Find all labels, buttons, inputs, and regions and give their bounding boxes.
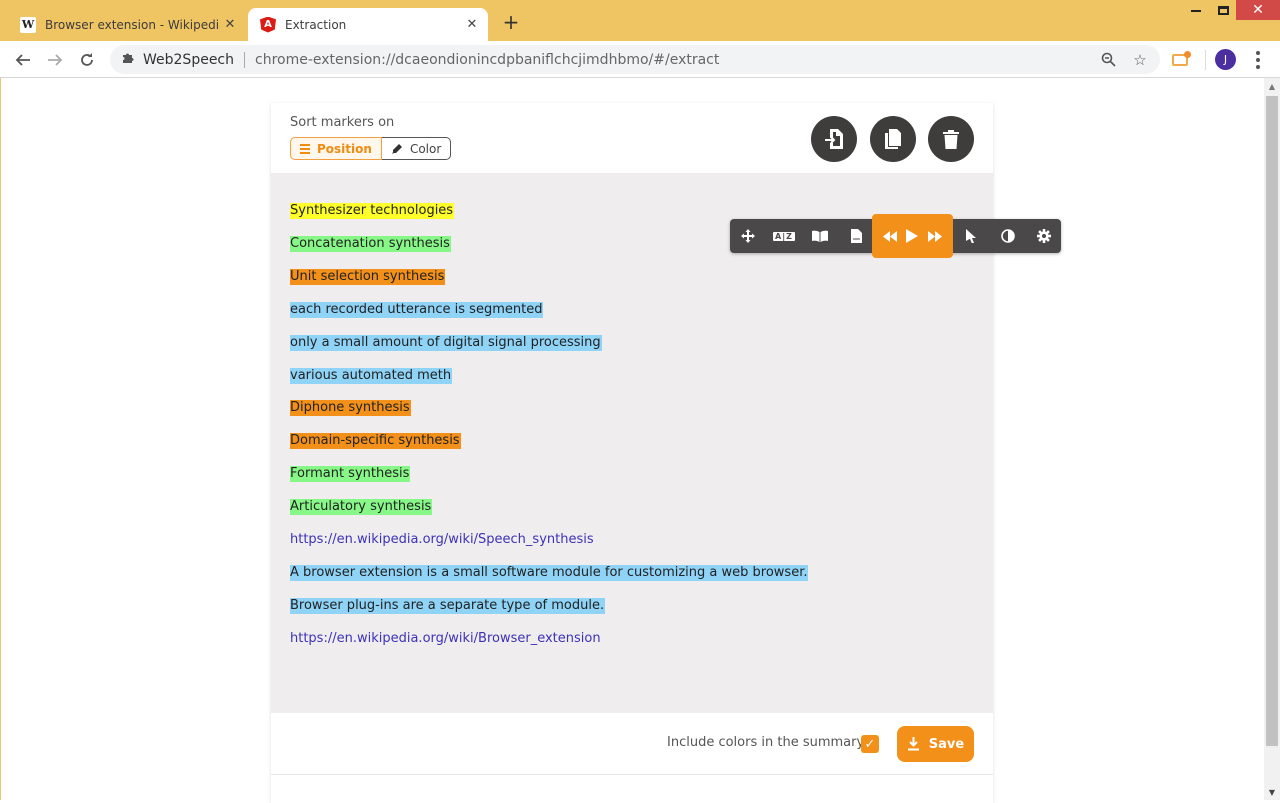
move-icon: [741, 229, 755, 243]
file-import-icon: [825, 129, 843, 149]
highlight-marker: Unit selection synthesis: [290, 268, 446, 285]
tab-title: Extraction: [285, 17, 347, 32]
sort-by-color-button[interactable]: Color: [381, 137, 452, 160]
highlight-marker: A browser extension is a small software …: [290, 564, 809, 581]
save-button[interactable]: Save: [897, 726, 974, 762]
copy-icon: [885, 129, 901, 149]
highlight-marker: Concatenation synthesis: [290, 235, 451, 252]
save-label: Save: [928, 736, 965, 752]
include-colors-label: Include colors in the summary: [667, 735, 865, 750]
settings-button[interactable]: [1027, 219, 1061, 253]
play-icon: [906, 229, 918, 243]
highlight-marker: Articulatory synthesis: [290, 499, 433, 516]
card-footer: Include colors in the summary ✓ Save: [271, 713, 993, 775]
browser-toolbar: Web2Speech chrome-extension://dcaeondion…: [0, 41, 1280, 78]
highlight-marker: various automated meth: [290, 367, 453, 384]
contrast-icon: [1001, 229, 1015, 243]
download-icon: [907, 737, 919, 751]
tab-title: Browser extension - Wikipedia: [45, 17, 220, 32]
trash-icon: [943, 130, 959, 149]
document-button[interactable]: [839, 219, 873, 253]
omnibox-divider: [244, 51, 245, 68]
scroll-down-icon[interactable]: ▼: [1264, 784, 1280, 800]
import-button[interactable]: [811, 116, 857, 162]
scrollbar-thumb[interactable]: [1266, 96, 1278, 746]
sort-by-position-button[interactable]: Position: [290, 137, 382, 160]
reload-icon: [81, 53, 93, 66]
extraction-card: Sort markers on Position Color Synthesiz…: [271, 103, 993, 803]
vertical-scrollbar[interactable]: ▲ ▼: [1264, 78, 1280, 800]
profile-avatar[interactable]: J: [1215, 49, 1236, 70]
document-icon: [850, 229, 862, 243]
highlight-marker: each recorded utterance is segmented: [290, 301, 544, 318]
translate-button[interactable]: A|Z: [767, 219, 801, 253]
translate-icon: A|Z: [773, 231, 795, 241]
move-button[interactable]: [731, 219, 765, 253]
minimize-icon: [1191, 10, 1201, 12]
extension-notification-icon[interactable]: [1170, 50, 1192, 70]
highlight-marker: Synthesizer technologies: [290, 203, 455, 219]
copy-button[interactable]: [870, 116, 916, 162]
wikipedia-icon: W: [20, 16, 36, 33]
close-tab-icon[interactable]: ✕: [462, 15, 482, 35]
angular-icon: A: [260, 16, 276, 33]
card-header: Sort markers on Position Color: [271, 103, 993, 173]
close-window-button[interactable]: ✕: [1236, 0, 1280, 20]
extension-name: Web2Speech: [143, 51, 234, 68]
puzzle-icon: [122, 51, 136, 68]
reading-mode-button[interactable]: [803, 219, 837, 253]
bookmark-star-icon[interactable]: ☆: [1128, 48, 1152, 72]
contrast-button[interactable]: [991, 219, 1025, 253]
book-icon: [812, 230, 828, 242]
sort-option-label: Position: [317, 141, 372, 156]
sort-label: Sort markers on: [290, 115, 395, 130]
zoom-out-icon[interactable]: [1096, 48, 1120, 72]
sort-toggle: Position Color: [290, 137, 452, 160]
delete-button[interactable]: [928, 116, 974, 162]
checkmark-icon: ✓: [864, 736, 876, 752]
list-icon: [300, 143, 310, 154]
scroll-up-icon[interactable]: ▲: [1264, 78, 1280, 94]
sort-option-label: Color: [409, 141, 442, 156]
close-tab-icon[interactable]: ✕: [220, 15, 240, 35]
pointer-icon: [966, 229, 976, 243]
highlight-marker: Diphone synthesis: [290, 400, 411, 417]
new-tab-button[interactable]: +: [500, 12, 522, 34]
chrome-menu-icon[interactable]: [1248, 49, 1268, 71]
tab-extraction[interactable]: A Extraction ✕: [248, 8, 488, 41]
source-link[interactable]: https://en.wikipedia.org/wiki/Speech_syn…: [290, 532, 595, 548]
reload-button[interactable]: [74, 47, 100, 73]
include-colors-checkbox[interactable]: ✓: [861, 735, 879, 753]
pen-icon: [391, 143, 402, 154]
url-text[interactable]: chrome-extension://dcaeondionincdpbanifl…: [255, 52, 1096, 68]
highlight-marker: Browser plug-ins are a separate type of …: [290, 597, 606, 614]
tts-player-toolbar: A|Z: [730, 214, 1061, 258]
settings-icon: [1037, 229, 1051, 243]
address-bar[interactable]: Web2Speech chrome-extension://dcaeondion…: [110, 45, 1160, 74]
toolbar-divider: [1205, 50, 1206, 70]
fast-forward-icon: [928, 230, 942, 242]
highlight-marker: only a small amount of digital signal pr…: [290, 334, 602, 351]
arrow-left-icon: [15, 54, 30, 66]
maximize-icon: [1217, 5, 1229, 15]
highlight-marker: Formant synthesis: [290, 466, 411, 483]
browser-title-bar: W Browser extension - Wikipedia ✕ A Extr…: [0, 0, 1280, 41]
pointer-button[interactable]: [954, 219, 988, 253]
source-link[interactable]: https://en.wikipedia.org/wiki/Browser_ex…: [290, 631, 602, 647]
arrow-right-icon: [48, 54, 63, 66]
tab-wikipedia[interactable]: W Browser extension - Wikipedia ✕: [8, 8, 246, 41]
highlight-marker: Domain-specific synthesis: [290, 433, 461, 450]
forward-button[interactable]: [42, 47, 68, 73]
back-button[interactable]: [10, 47, 36, 73]
fast-forward-button[interactable]: [918, 219, 952, 253]
